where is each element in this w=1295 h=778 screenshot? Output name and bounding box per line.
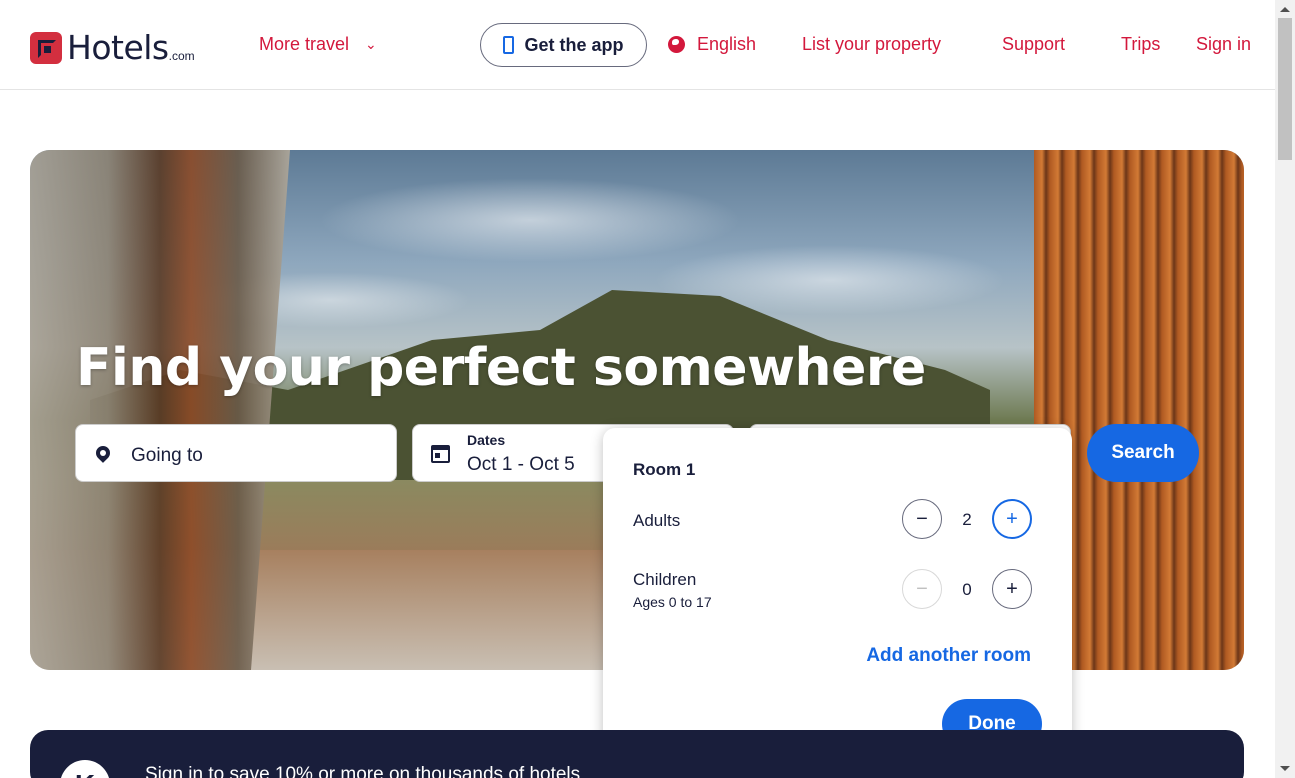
support-link[interactable]: Support xyxy=(1002,34,1065,55)
adults-decrease-button[interactable]: − xyxy=(902,499,942,539)
going-to-field[interactable]: Going to xyxy=(75,424,397,482)
adults-increase-button[interactable]: + xyxy=(992,499,1032,539)
hotels-logo[interactable]: Hotels .com xyxy=(30,28,195,67)
chevron-down-icon: ⌄ xyxy=(365,36,377,52)
scroll-up-arrow-icon[interactable] xyxy=(1280,7,1290,12)
language-selector[interactable]: English xyxy=(668,34,756,55)
dates-label: Dates xyxy=(467,432,506,448)
adults-label: Adults xyxy=(633,511,681,530)
hero-title: Find your perfect somewhere xyxy=(76,338,926,398)
page-scrollbar[interactable] xyxy=(1275,0,1295,778)
room-title: Room 1 xyxy=(633,460,696,479)
going-to-placeholder: Going to xyxy=(131,445,203,466)
scroll-down-arrow-icon[interactable] xyxy=(1280,766,1290,771)
calendar-icon xyxy=(431,445,450,463)
children-age-range: Ages 0 to 17 xyxy=(633,594,712,610)
children-increase-button[interactable]: + xyxy=(992,569,1032,609)
hotels-logo-icon xyxy=(30,31,62,64)
dates-value: Oct 1 - Oct 5 xyxy=(467,454,575,475)
get-the-app-label: Get the app xyxy=(524,34,624,55)
logo-text: Hotels xyxy=(67,28,169,67)
more-travel-menu[interactable]: More travel ⌄ xyxy=(259,34,377,55)
trips-link[interactable]: Trips xyxy=(1121,34,1160,55)
site-header: Hotels .com More travel ⌄ Get the app En… xyxy=(0,0,1275,90)
get-the-app-button[interactable]: Get the app xyxy=(480,23,647,67)
promo-avatar: K xyxy=(60,760,110,778)
search-button[interactable]: Search xyxy=(1087,424,1199,482)
hero-door-left xyxy=(30,150,290,670)
logo-sub: .com xyxy=(168,49,195,63)
scroll-thumb[interactable] xyxy=(1278,18,1292,160)
sign-in-link[interactable]: Sign in xyxy=(1196,34,1251,55)
phone-icon xyxy=(503,36,515,54)
children-count: 0 xyxy=(962,580,972,599)
travelers-popup: Room 1 Adults − 2 + Children Ages 0 to 1… xyxy=(603,428,1072,778)
map-pin-icon xyxy=(93,443,113,463)
sign-in-promo-banner[interactable]: K Sign in to save 10% or more on thousan… xyxy=(30,730,1244,778)
children-label: Children xyxy=(633,570,697,589)
add-another-room-link[interactable]: Add another room xyxy=(866,645,1031,667)
globe-icon xyxy=(668,36,685,53)
more-travel-label: More travel xyxy=(259,34,350,54)
language-label: English xyxy=(697,34,757,54)
promo-text: Sign in to save 10% or more on thousands… xyxy=(145,764,581,778)
adults-count: 2 xyxy=(962,510,972,529)
list-property-link[interactable]: List your property xyxy=(802,34,941,55)
children-decrease-button[interactable]: − xyxy=(902,569,942,609)
